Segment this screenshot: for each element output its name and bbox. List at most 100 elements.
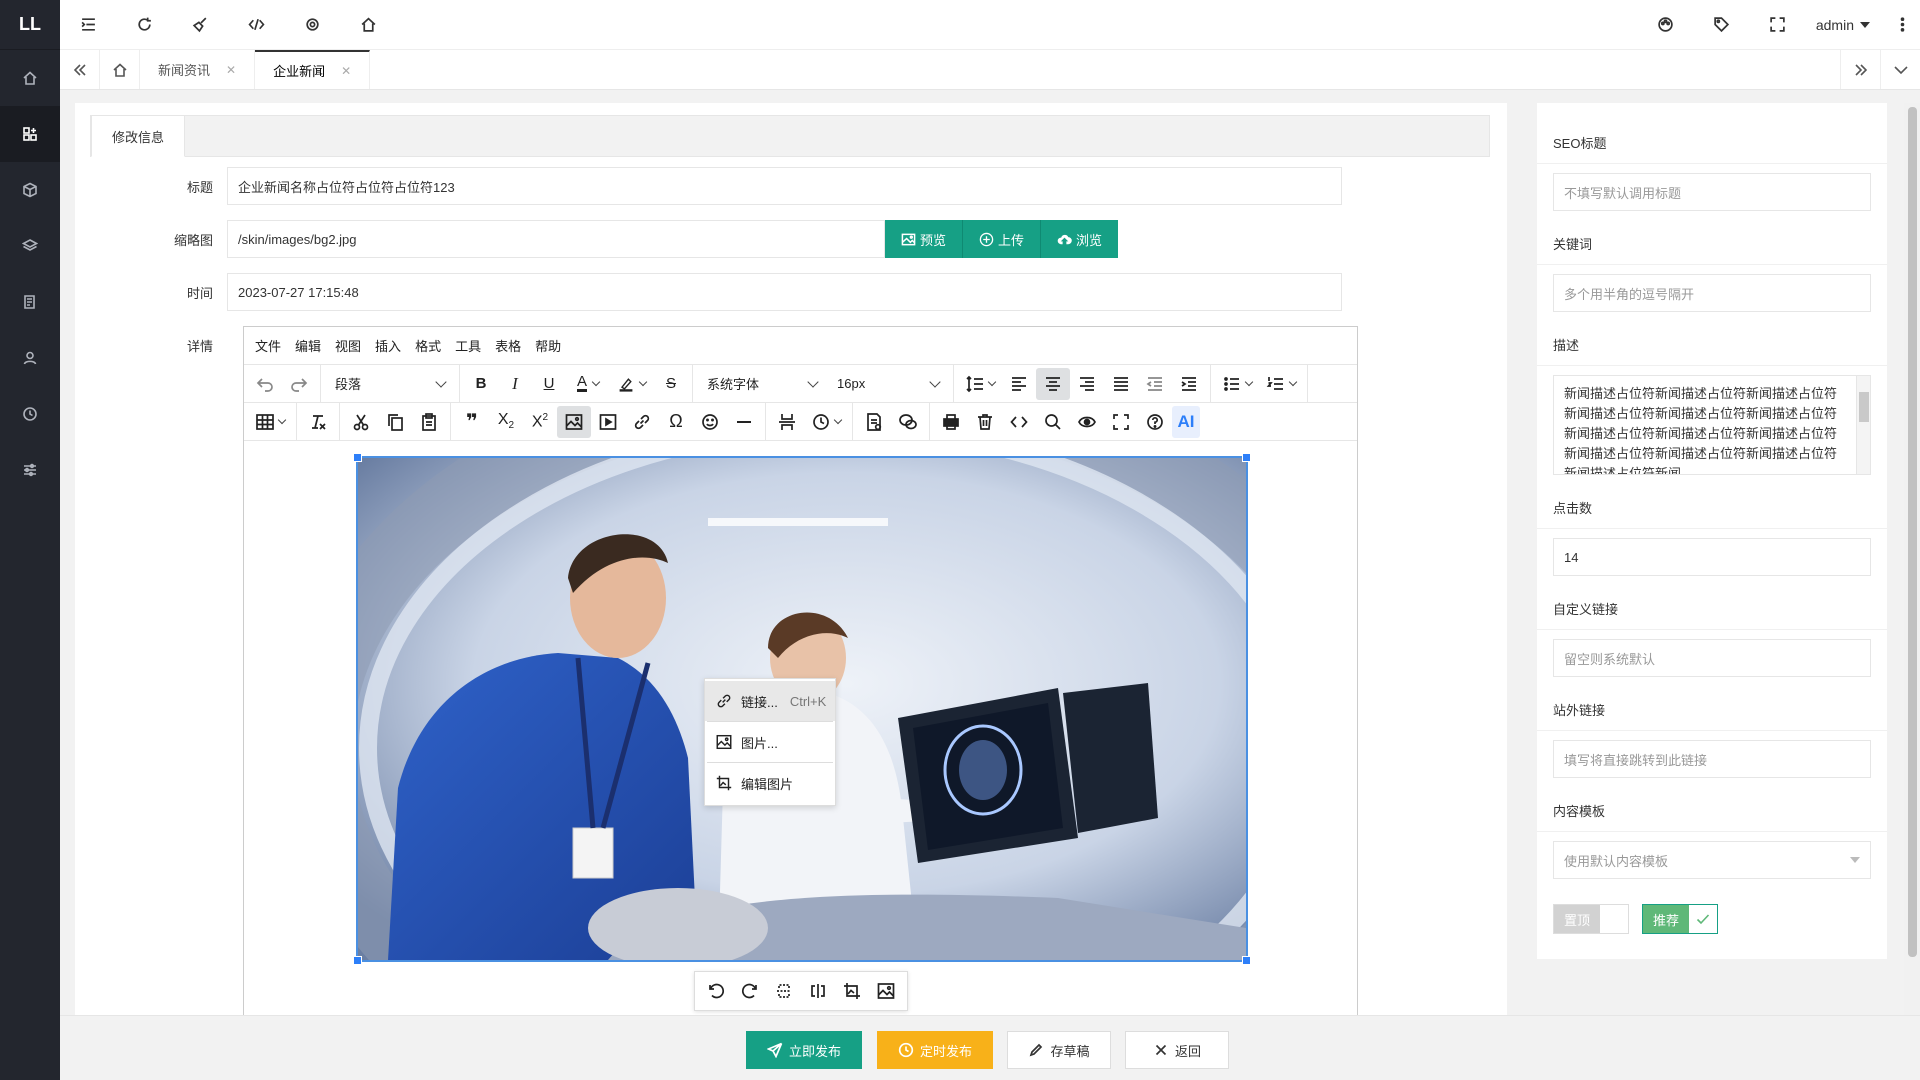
resize-handle[interactable] bbox=[1242, 956, 1251, 965]
plugin-icon[interactable] bbox=[284, 0, 340, 50]
recommend-toggle[interactable]: 推荐 bbox=[1642, 904, 1719, 934]
source-code-icon[interactable] bbox=[1002, 406, 1036, 438]
block-format-select[interactable]: 段落 bbox=[325, 368, 455, 400]
menu-toggle-icon[interactable] bbox=[60, 0, 116, 50]
tabs-next-icon[interactable] bbox=[1840, 50, 1880, 89]
theme-icon[interactable] bbox=[1638, 0, 1694, 50]
table-icon[interactable] bbox=[248, 406, 292, 438]
italic-icon[interactable]: I bbox=[498, 368, 532, 400]
delete-icon[interactable] bbox=[968, 406, 1002, 438]
rotate-left-icon[interactable] bbox=[699, 975, 733, 1007]
seo-title-input[interactable]: 不填写默认调用标题 bbox=[1553, 173, 1871, 211]
sidebar-home-icon[interactable] bbox=[0, 50, 60, 106]
highlight-color-icon[interactable] bbox=[610, 368, 654, 400]
logo[interactable]: LL bbox=[0, 0, 60, 50]
sidebar-user-icon[interactable] bbox=[0, 330, 60, 386]
ctx-image-item[interactable]: 图片... bbox=[705, 722, 835, 762]
schedule-publish-button[interactable]: 定时发布 bbox=[877, 1031, 993, 1069]
clear-cache-icon[interactable] bbox=[172, 0, 228, 50]
resize-handle[interactable] bbox=[353, 956, 362, 965]
code-icon[interactable] bbox=[228, 0, 284, 50]
sidebar-cube-icon[interactable] bbox=[0, 162, 60, 218]
ctx-link-item[interactable]: 链接... Ctrl+K bbox=[705, 681, 835, 721]
numbered-list-icon[interactable] bbox=[1259, 368, 1303, 400]
keywords-input[interactable]: 多个用半角的逗号隔开 bbox=[1553, 274, 1871, 312]
preview-eye-icon[interactable] bbox=[1070, 406, 1104, 438]
title-input[interactable]: 企业新闻名称占位符占位符占位符123 bbox=[227, 167, 1342, 205]
flip-vertical-icon[interactable] bbox=[767, 975, 801, 1007]
text-color-icon[interactable]: A bbox=[566, 368, 610, 400]
sidebar-clock-icon[interactable] bbox=[0, 386, 60, 442]
menu-file[interactable]: 文件 bbox=[248, 336, 288, 355]
sidebar-layers-icon[interactable] bbox=[0, 218, 60, 274]
fullscreen-icon[interactable] bbox=[1750, 0, 1806, 50]
wechat-icon[interactable] bbox=[891, 406, 925, 438]
resize-handle[interactable] bbox=[1242, 453, 1251, 462]
cut-icon[interactable] bbox=[344, 406, 378, 438]
undo-icon[interactable] bbox=[248, 368, 282, 400]
font-family-select[interactable]: 系统字体 bbox=[697, 368, 827, 400]
more-icon[interactable] bbox=[1884, 0, 1920, 50]
tab-close-icon[interactable]: ✕ bbox=[226, 63, 236, 77]
special-char-icon[interactable]: Ω bbox=[659, 406, 693, 438]
strikethrough-icon[interactable]: S bbox=[654, 368, 688, 400]
home-icon[interactable] bbox=[340, 0, 396, 50]
ai-assistant-button[interactable]: AI bbox=[1172, 405, 1200, 438]
print-icon[interactable] bbox=[934, 406, 968, 438]
menu-table[interactable]: 表格 bbox=[488, 336, 528, 355]
menu-view[interactable]: 视图 bbox=[328, 336, 368, 355]
tag-icon[interactable] bbox=[1694, 0, 1750, 50]
save-draft-button[interactable]: 存草稿 bbox=[1007, 1031, 1111, 1069]
custom-link-input[interactable]: 留空则系统默认 bbox=[1553, 639, 1871, 677]
align-right-icon[interactable] bbox=[1070, 368, 1104, 400]
textarea-scrollbar[interactable] bbox=[1856, 376, 1870, 474]
menu-help[interactable]: 帮助 bbox=[528, 336, 568, 355]
clear-format-icon[interactable] bbox=[301, 406, 335, 438]
external-link-input[interactable]: 填写将直接跳转到此链接 bbox=[1553, 740, 1871, 778]
tabs-menu-icon[interactable] bbox=[1880, 50, 1920, 89]
align-justify-icon[interactable] bbox=[1104, 368, 1138, 400]
menu-tools[interactable]: 工具 bbox=[448, 336, 488, 355]
menu-insert[interactable]: 插入 bbox=[368, 336, 408, 355]
help-icon[interactable] bbox=[1138, 406, 1172, 438]
user-menu[interactable]: admin bbox=[1806, 17, 1884, 33]
indent-icon[interactable] bbox=[1172, 368, 1206, 400]
blockquote-icon[interactable]: ❞ bbox=[455, 406, 489, 438]
tab-close-icon[interactable]: ✕ bbox=[341, 64, 351, 78]
search-icon[interactable] bbox=[1036, 406, 1070, 438]
paste-icon[interactable] bbox=[412, 406, 446, 438]
page-scrollbar[interactable] bbox=[1904, 103, 1920, 1015]
align-left-icon[interactable] bbox=[1002, 368, 1036, 400]
rotate-right-icon[interactable] bbox=[733, 975, 767, 1007]
subscript-icon[interactable]: X2 bbox=[489, 406, 523, 438]
upload-button[interactable]: 上传 bbox=[963, 220, 1042, 258]
ctx-edit-image-item[interactable]: 编辑图片 bbox=[705, 763, 835, 803]
template-select[interactable]: 使用默认内容模板 bbox=[1553, 841, 1871, 879]
copy-icon[interactable] bbox=[378, 406, 412, 438]
edit-image-icon[interactable] bbox=[835, 975, 869, 1007]
bullet-list-icon[interactable] bbox=[1215, 368, 1259, 400]
horizontal-rule-icon[interactable] bbox=[727, 406, 761, 438]
browse-button[interactable]: 浏览 bbox=[1041, 220, 1119, 258]
image-icon[interactable] bbox=[557, 405, 591, 438]
media-icon[interactable] bbox=[591, 406, 625, 438]
resize-handle[interactable] bbox=[353, 453, 362, 462]
thumbnail-input[interactable]: /skin/images/bg2.jpg bbox=[227, 220, 885, 258]
template-icon[interactable] bbox=[857, 406, 891, 438]
back-button[interactable]: 返回 bbox=[1125, 1031, 1229, 1069]
sidebar-sliders-icon[interactable] bbox=[0, 442, 60, 498]
tabs-home-icon[interactable] bbox=[100, 50, 140, 89]
align-center-icon[interactable] bbox=[1036, 367, 1070, 400]
image-options-icon[interactable] bbox=[869, 975, 903, 1007]
refresh-icon[interactable] bbox=[116, 0, 172, 50]
sidebar-apps-icon[interactable] bbox=[0, 106, 60, 162]
underline-icon[interactable]: U bbox=[532, 368, 566, 400]
page-break-icon[interactable] bbox=[770, 406, 804, 438]
menu-format[interactable]: 格式 bbox=[408, 336, 448, 355]
flip-horizontal-icon[interactable] bbox=[801, 975, 835, 1007]
link-icon[interactable] bbox=[625, 406, 659, 438]
preview-button[interactable]: 预览 bbox=[885, 220, 964, 258]
description-textarea[interactable]: 新闻描述占位符新闻描述占位符新闻描述占位符新闻描述占位符新闻描述占位符新闻描述占… bbox=[1553, 375, 1871, 475]
tabs-prev-icon[interactable] bbox=[60, 50, 100, 89]
bold-icon[interactable]: B bbox=[464, 368, 498, 400]
